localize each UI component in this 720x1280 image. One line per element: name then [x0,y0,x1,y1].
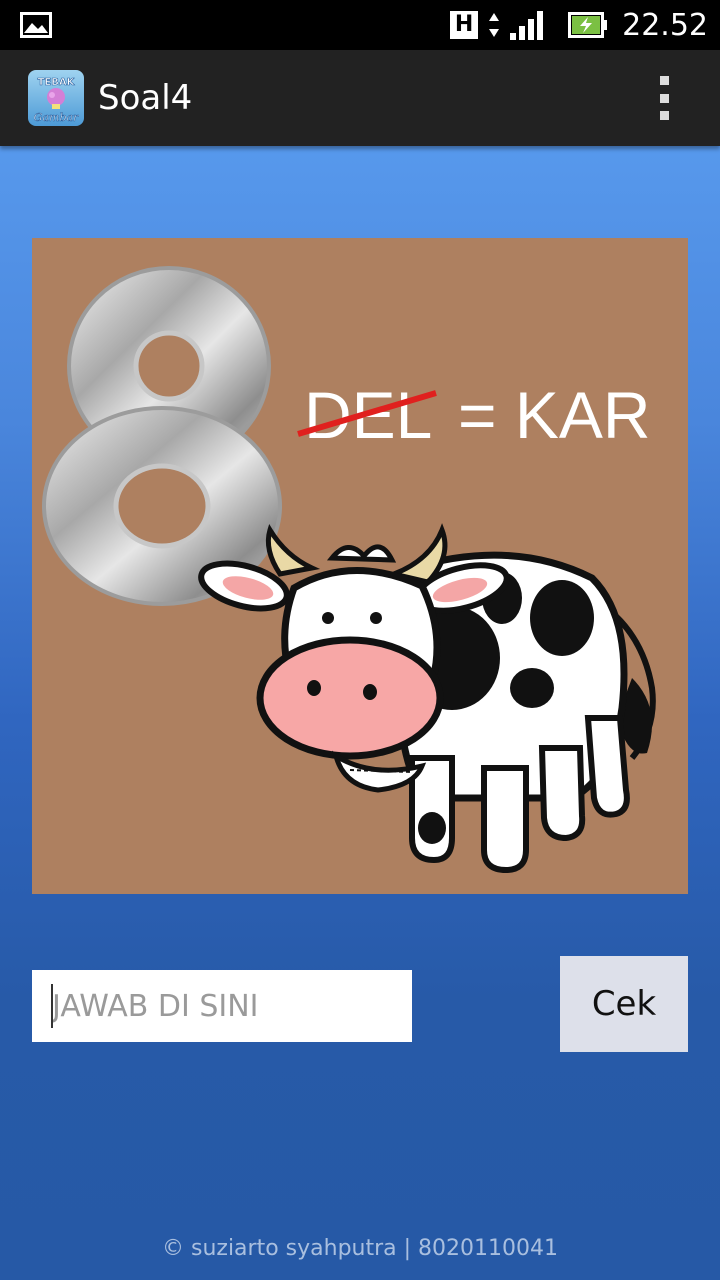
equation-result: = KAR [458,378,651,452]
app-icon[interactable]: TEBAK Gambar [28,70,84,126]
app-logo-icon: TEBAK Gambar [33,77,79,125]
clock: 22.52 [622,7,708,43]
app-icon-text-top: TEBAK [38,77,76,88]
copyright-footer: © suziarto syahputra | 8020110041 [162,1236,558,1261]
app-icon-text-bottom: Gambar [34,111,79,124]
overflow-menu-icon[interactable] [652,76,676,120]
action-bar: TEBAK Gambar Soal4 [0,50,720,146]
battery-charging-icon [568,12,608,38]
text-cursor [51,984,53,1028]
page-title: Soal4 [98,78,193,118]
number-eight-graphic: 8 [32,238,282,606]
gallery-notification-icon [20,12,52,38]
data-arrows-icon [489,13,500,37]
puzzle-digit: 8 [32,238,33,239]
status-icons: H 22.52 [450,0,708,50]
check-button[interactable]: Cek [560,956,688,1052]
answer-input[interactable] [32,970,412,1042]
status-bar: H 22.52 [0,0,720,50]
puzzle-image: 8 DEL = KAR [32,238,688,894]
signal-icon [510,11,544,40]
network-type-badge: H [450,11,479,39]
cow-illustration [198,523,656,874]
